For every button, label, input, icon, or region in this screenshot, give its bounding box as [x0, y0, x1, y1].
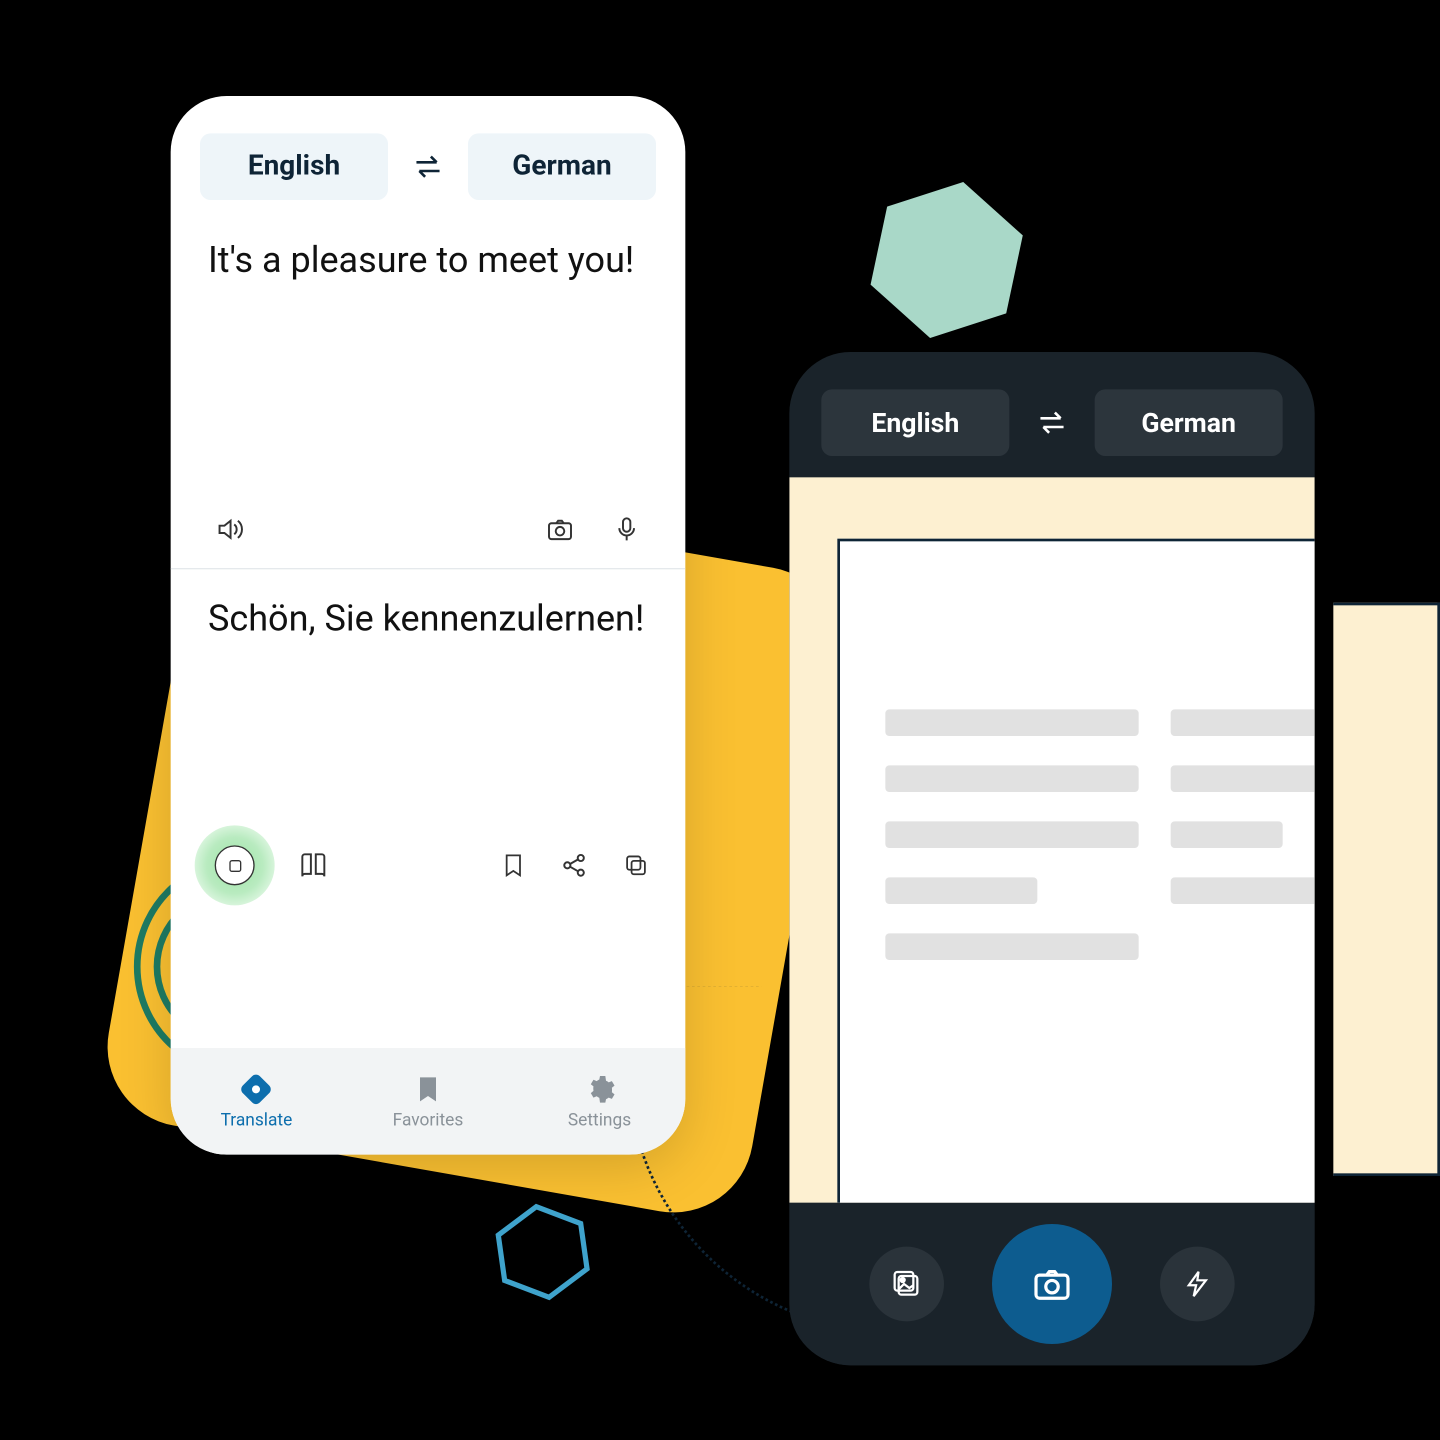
bottom-tabbar: Translate Favorites Settings	[171, 1048, 686, 1155]
decorative-doc-back	[1333, 603, 1440, 1176]
decorative-hexagon-blue	[491, 1200, 595, 1304]
camera-icon	[545, 515, 574, 544]
copy-button[interactable]	[619, 848, 654, 883]
document-text-placeholder	[885, 709, 1314, 960]
translate-icon	[240, 1073, 272, 1105]
share-icon	[560, 851, 589, 880]
speaker-icon	[215, 515, 244, 544]
document-preview	[837, 539, 1314, 1203]
gallery-icon	[891, 1268, 923, 1300]
bookmark-button[interactable]	[496, 848, 531, 883]
microphone-icon	[612, 515, 641, 544]
camera-icon	[1031, 1263, 1074, 1306]
favorites-icon	[412, 1073, 444, 1105]
copy-icon	[623, 852, 650, 879]
share-button[interactable]	[557, 848, 592, 883]
source-text-area[interactable]: It's a pleasure to meet you!	[171, 219, 686, 499]
swap-icon	[1035, 405, 1070, 440]
target-language-button[interactable]: German	[468, 133, 656, 200]
voice-input-button[interactable]	[605, 508, 648, 551]
source-language-button[interactable]: English	[200, 133, 388, 200]
tab-translate[interactable]: Translate	[190, 1073, 323, 1130]
speak-button[interactable]	[208, 508, 251, 551]
tab-settings-label: Settings	[568, 1110, 631, 1130]
translator-phone: English German It's a pleasure to meet y…	[171, 96, 686, 1155]
stop-playback-button[interactable]	[195, 825, 275, 905]
camera-target-language-button[interactable]: German	[1095, 389, 1283, 456]
tab-favorites[interactable]: Favorites	[361, 1073, 494, 1130]
camera-source-language-button[interactable]: English	[821, 389, 1009, 456]
stop-icon	[229, 859, 241, 871]
dictionary-button[interactable]	[296, 848, 331, 883]
camera-swap-button[interactable]	[1025, 396, 1078, 449]
capture-button[interactable]	[992, 1224, 1112, 1344]
book-icon	[299, 851, 328, 880]
bookmark-icon	[500, 851, 527, 880]
swap-icon	[411, 149, 446, 184]
camera-footer	[789, 1203, 1314, 1366]
input-toolbar	[171, 499, 686, 560]
swap-languages-button[interactable]	[401, 140, 454, 193]
camera-input-button[interactable]	[539, 508, 582, 551]
camera-translator-phone: English German	[789, 352, 1314, 1365]
flash-button[interactable]	[1160, 1247, 1235, 1322]
divider	[171, 568, 686, 569]
settings-icon	[584, 1073, 616, 1105]
tab-favorites-label: Favorites	[393, 1110, 464, 1130]
tab-translate-label: Translate	[221, 1110, 293, 1130]
decorative-hexagon-teal	[860, 173, 1033, 346]
tab-settings[interactable]: Settings	[533, 1073, 666, 1130]
gallery-button[interactable]	[869, 1247, 944, 1322]
output-toolbar	[171, 828, 686, 903]
translation-output: Schön, Sie kennenzulernen!	[171, 577, 686, 817]
flash-icon	[1183, 1269, 1212, 1298]
camera-language-row: English German	[789, 352, 1314, 477]
language-selector-row: English German	[171, 96, 686, 219]
camera-viewport	[789, 477, 1314, 1202]
